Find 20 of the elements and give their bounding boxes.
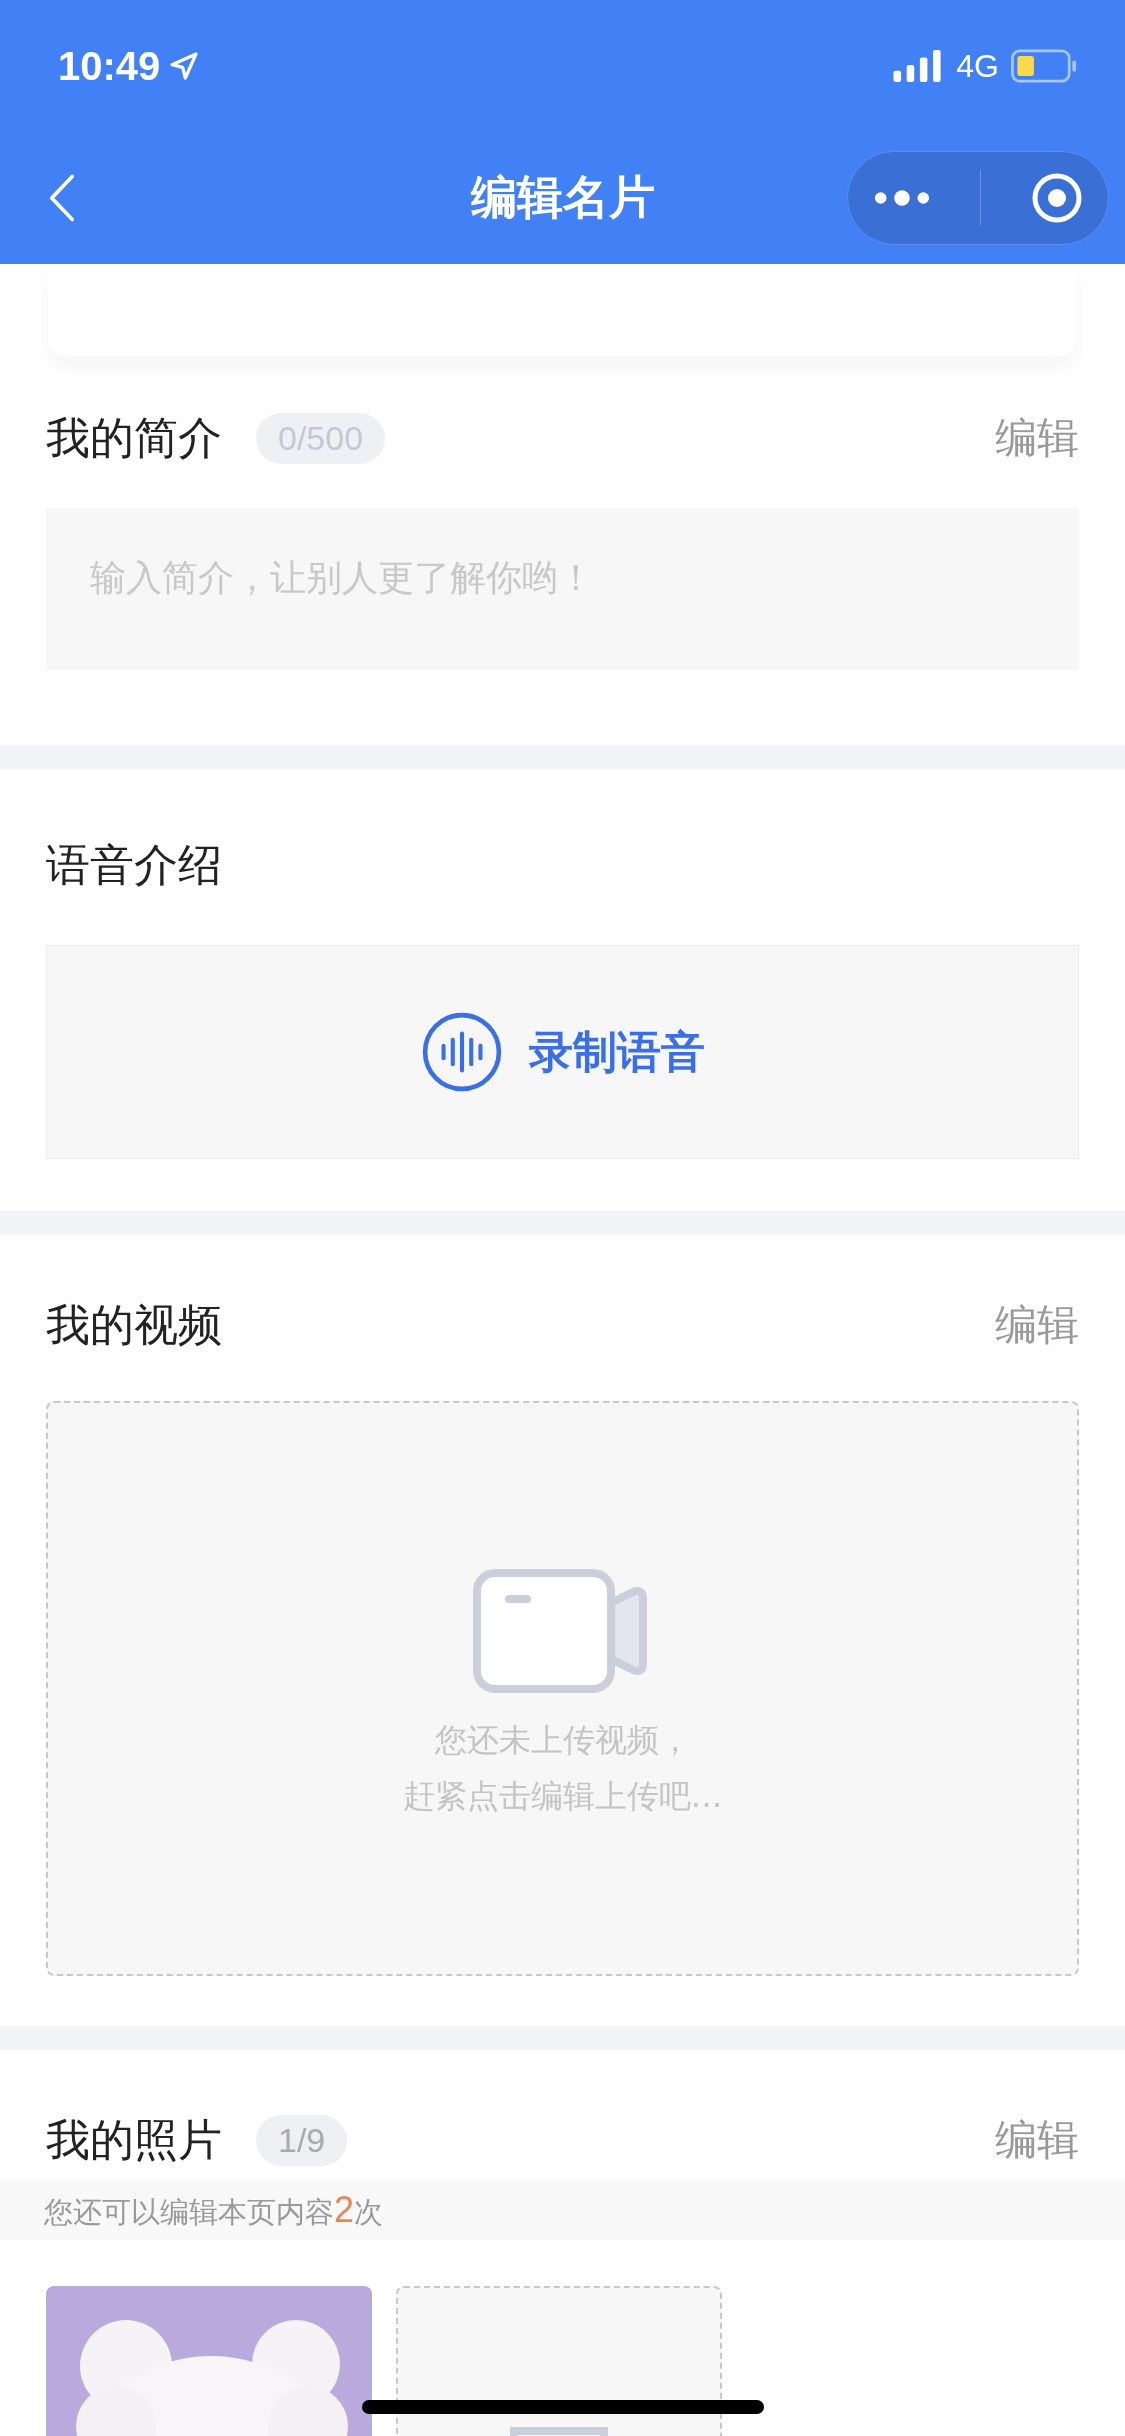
- clock-time: 10:49: [58, 43, 161, 89]
- section-title: 语音介绍: [46, 837, 222, 892]
- section-title: 我的视频: [46, 1297, 222, 1352]
- section-title: 我的简介: [46, 410, 222, 465]
- record-voice-button[interactable]: 录制语音: [420, 1011, 705, 1093]
- more-icon[interactable]: [872, 188, 931, 208]
- edit-limit-notice: 您还可以编辑本页内容2次: [0, 2180, 1125, 2240]
- close-target-icon[interactable]: [1031, 172, 1084, 224]
- edit-link[interactable]: 编辑: [995, 2112, 1079, 2168]
- sound-wave-icon: [420, 1011, 503, 1093]
- network-label: 4G: [956, 47, 999, 85]
- back-icon[interactable]: [48, 172, 76, 224]
- page-title: 编辑名片: [469, 169, 656, 226]
- edit-link[interactable]: 编辑: [995, 410, 1079, 466]
- section-title: 我的照片: [46, 2112, 222, 2167]
- battery-icon: [1011, 49, 1077, 83]
- location-arrow-icon: [168, 50, 201, 82]
- count-badge: 1/9: [256, 2114, 348, 2166]
- add-photo-slot[interactable]: [396, 2286, 722, 2436]
- edit-link[interactable]: 编辑: [995, 1297, 1079, 1353]
